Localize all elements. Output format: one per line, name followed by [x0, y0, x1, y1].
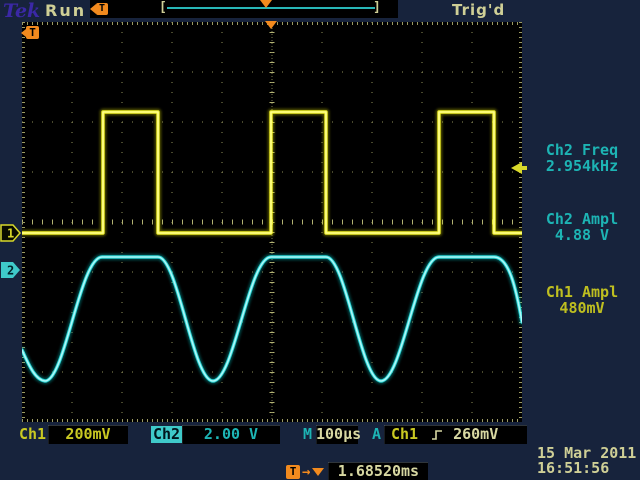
ch2-trace-glow — [22, 257, 522, 381]
ch2-scale-readout: 2.00 V — [182, 425, 280, 444]
record-window-left-bracket: [ — [159, 1, 167, 14]
ch1-label: Ch1 — [19, 425, 46, 444]
svg-text:2: 2 — [7, 264, 14, 278]
oscilloscope-screen: Tek Run Trig'd T [ ] — [0, 0, 640, 480]
measurement-ch2-ampl: Ch2 Ampl 4.88 V — [524, 212, 640, 243]
delay-readout-row: T → 1.68520ms — [286, 462, 428, 480]
trigger-status: Trig'd — [452, 1, 505, 19]
t-marker-icon: T — [26, 26, 39, 39]
timebase-label: M — [303, 425, 312, 444]
waveform-layer — [22, 22, 522, 422]
record-window-right-bracket: ] — [373, 1, 381, 14]
ch2-label: Ch2 — [151, 426, 182, 443]
trigger-readout: Ch1 260mV — [384, 425, 527, 444]
trigger-source: Ch1 — [391, 425, 418, 444]
trigger-level-value: 260mV — [453, 425, 498, 444]
graticule — [22, 22, 522, 422]
time-readout: 16:51:56 — [537, 461, 609, 476]
ch1-trace — [22, 112, 522, 233]
trigger-position-icon — [265, 21, 277, 29]
acquisition-status: Run — [45, 1, 86, 20]
ch2-trace-core — [22, 257, 522, 381]
trigger-time-marker: T — [21, 26, 39, 39]
svg-text:1: 1 — [7, 227, 14, 241]
tek-logo: Tek — [3, 0, 40, 22]
measurement-value: 2.954kHz — [524, 159, 640, 175]
delay-value: 1.68520ms — [328, 462, 428, 480]
trigger-mode-label: A — [372, 425, 381, 444]
record-trigger-position-icon — [260, 0, 272, 8]
t-marker-icon: T — [286, 465, 300, 479]
ch2-position-marker: 2 — [0, 261, 22, 279]
rising-edge-icon — [431, 429, 443, 441]
ch1-position-marker: 1 — [0, 224, 22, 242]
measurement-ch2-freq: Ch2 Freq 2.954kHz — [524, 143, 640, 174]
record-trigger-time-marker: T — [90, 3, 108, 15]
ch1-scale-readout: 200mV — [48, 425, 128, 444]
t-marker-icon: T — [96, 3, 108, 15]
ch2-trace-body — [22, 257, 522, 381]
record-view-strip: T [ ] — [90, 0, 398, 18]
measurement-value: 480mV — [524, 301, 640, 317]
measurement-value: 4.88 V — [524, 228, 640, 244]
left-arrow-icon — [511, 162, 522, 174]
measurement-ch1-ampl: Ch1 Ampl 480mV — [524, 285, 640, 316]
ch1-trace-body — [22, 112, 522, 233]
timebase-readout: 100µs — [316, 425, 358, 444]
right-arrow-icon: → — [302, 465, 310, 479]
down-triangle-icon — [312, 468, 324, 476]
ch2-trace — [22, 257, 522, 381]
